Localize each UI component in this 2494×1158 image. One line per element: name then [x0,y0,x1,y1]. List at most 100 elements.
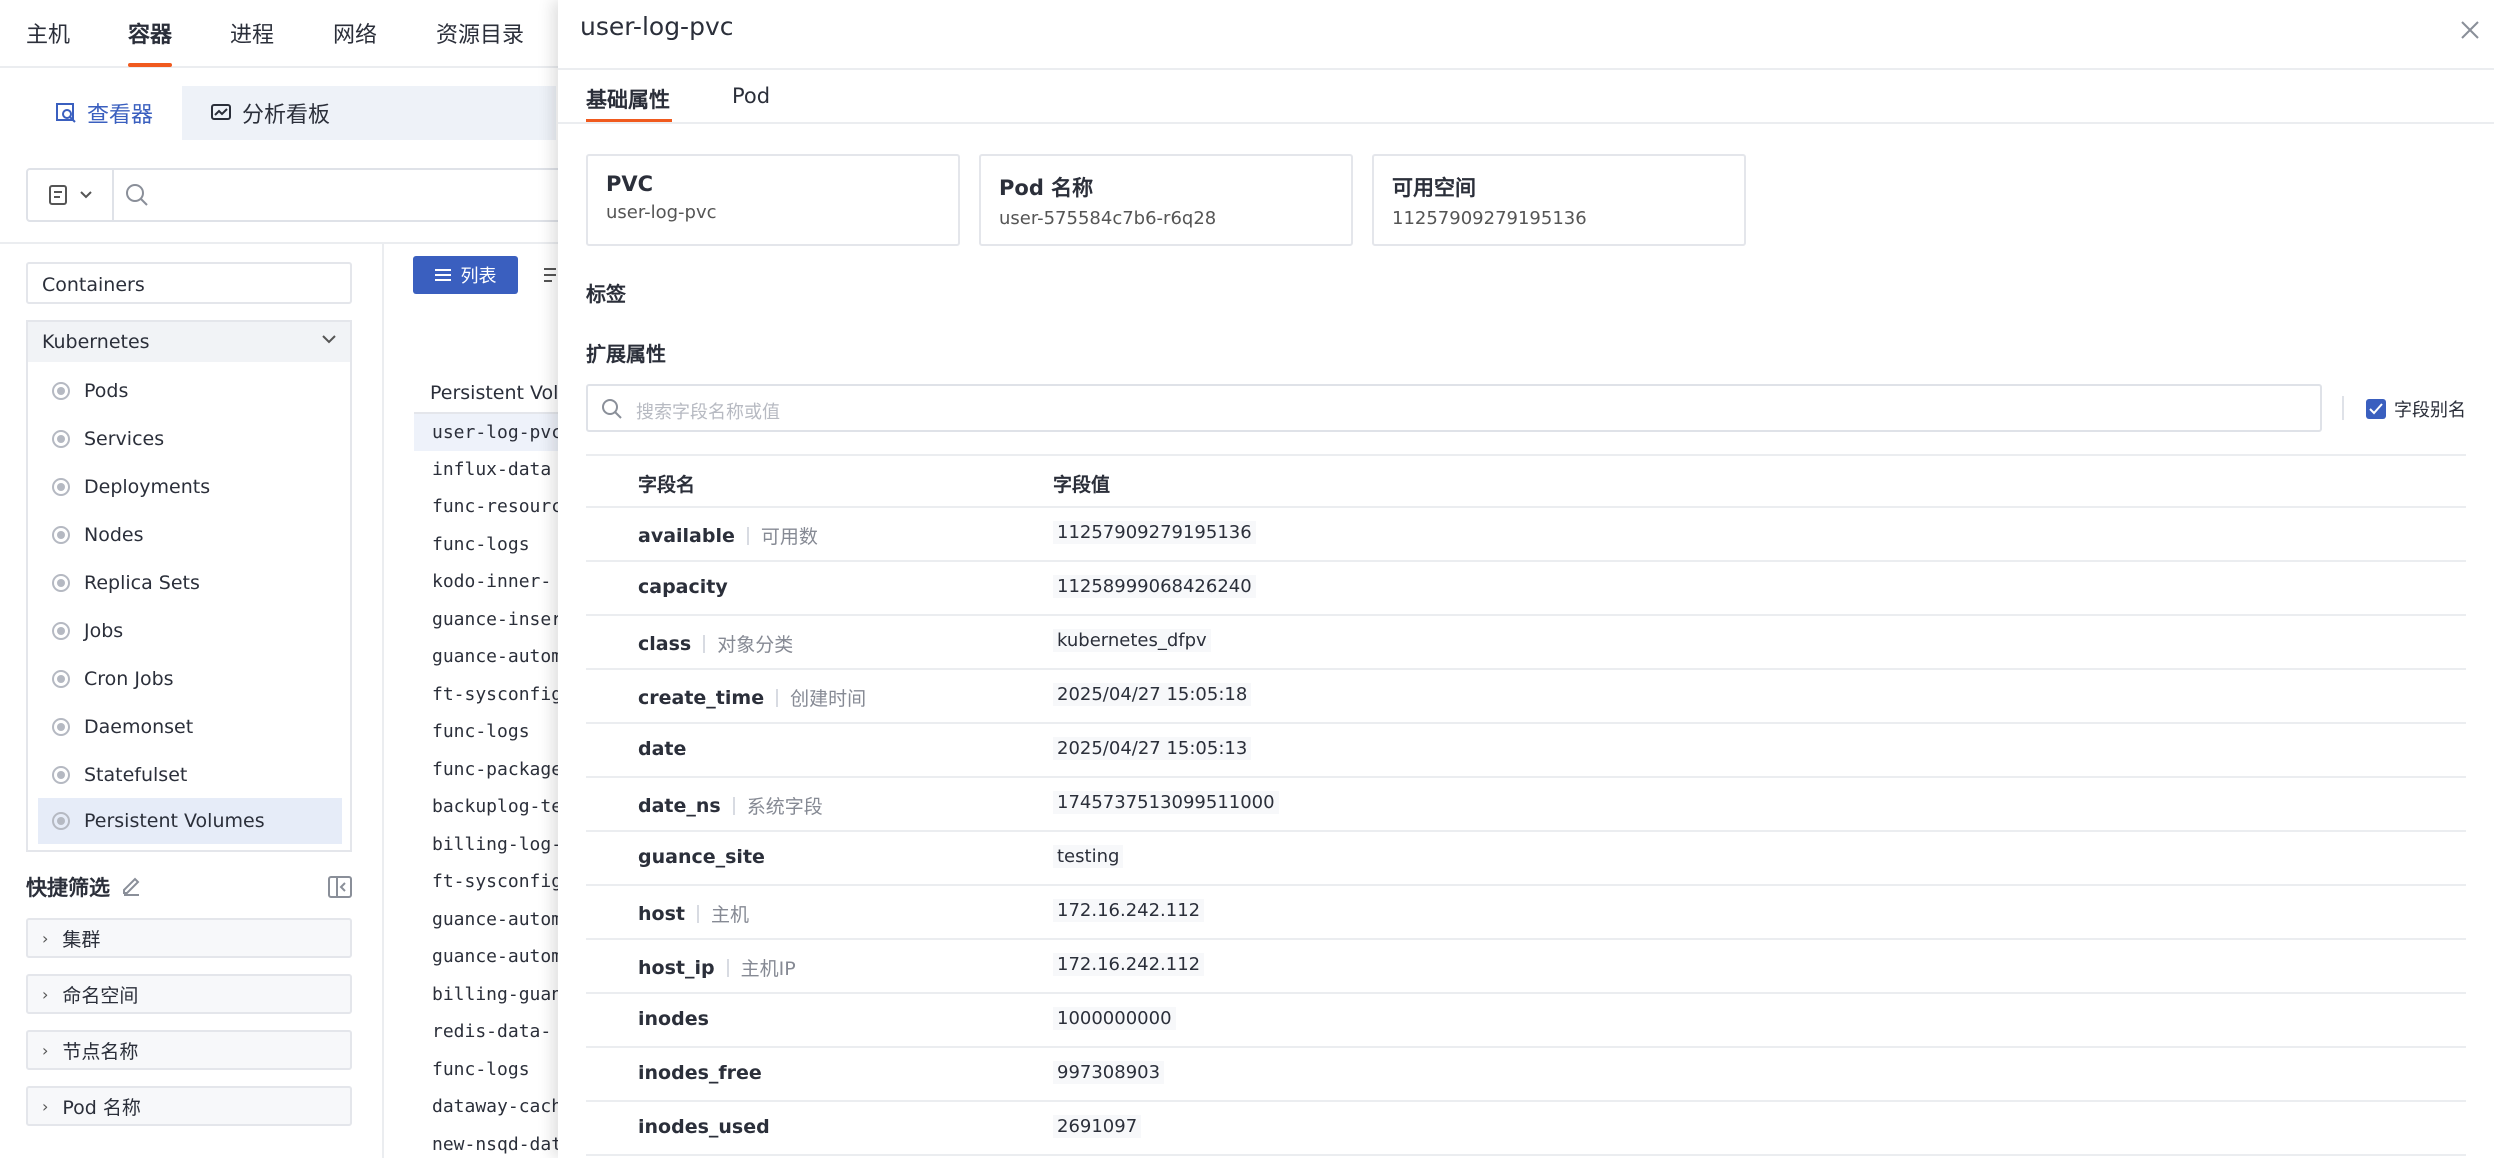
divider [0,242,560,244]
sidebar-item-jobs[interactable]: Jobs [38,608,342,654]
field-value[interactable]: 172.16.242.112 [1053,899,1205,922]
field-search-input[interactable]: 搜索字段名称或值 [586,384,2322,432]
close-icon[interactable] [2460,20,2480,40]
table-row[interactable]: guance-autom [414,938,560,975]
sidebar-item-pods[interactable]: Pods [38,368,342,414]
sidebar-item-replica-sets[interactable]: Replica Sets [38,560,342,606]
table-row[interactable]: new-nsqd-dat [414,1126,560,1158]
main-search-bar[interactable] [26,168,566,222]
pv-column-header[interactable]: Persistent Volumes [414,374,560,414]
field-name-cell: capacity [638,576,728,598]
table-row[interactable]: kodo-inner- [414,563,560,600]
table-row[interactable]: capacity 11258999068426240 [586,562,2466,616]
table-row[interactable]: billing-log- [414,826,560,863]
table-row[interactable]: inodes_used 2691097 [586,1102,2466,1156]
tab-network[interactable]: 网络 [333,17,377,49]
table-row[interactable]: func-package [414,751,560,788]
field-value[interactable]: 2691097 [1053,1115,1142,1138]
field-name-cell: create_time 创建时间 [638,684,866,711]
sidebar-item-deployments[interactable]: Deployments [38,464,342,510]
filter-pod-name[interactable]: › Pod 名称 [26,1086,352,1126]
field-value[interactable]: 2025/04/27 15:05:13 [1053,737,1252,760]
table-row[interactable]: redis-data- [414,1013,560,1050]
table-row[interactable]: guance-insert [414,601,560,638]
table-row[interactable]: available 可用数 11257909279195136 [586,508,2466,562]
edit-icon[interactable] [120,874,142,896]
table-row[interactable]: func-logs [414,526,560,563]
field-value[interactable]: 997308903 [1053,1061,1165,1084]
field-value[interactable]: testing [1053,845,1124,868]
viewer-tab[interactable]: 查看器 [26,86,182,140]
table-row[interactable]: dataway-cach [414,1088,560,1125]
tab-resource-catalog[interactable]: 资源目录 [436,17,524,49]
table-row[interactable]: date 2025/04/27 15:05:13 [586,724,2466,778]
filter-cluster[interactable]: › 集群 [26,918,352,958]
table-row[interactable]: create_time 创建时间 2025/04/27 15:05:18 [586,670,2466,724]
kubernetes-group-header[interactable]: Kubernetes [26,320,352,362]
field-name: class [638,632,692,655]
field-value[interactable]: 2025/04/27 15:05:18 [1053,683,1252,706]
filter-label: 集群 [62,928,101,951]
table-row[interactable]: ft-sysconfig [414,676,560,713]
field-alias: 主机IP [740,958,796,980]
field-value[interactable]: 1000000000 [1053,1007,1176,1030]
divider [776,688,779,707]
field-value[interactable]: kubernetes_dfpv [1053,629,1211,652]
sidebar-item-services[interactable]: Services [38,416,342,462]
table-row[interactable]: class 对象分类 kubernetes_dfpv [586,616,2466,670]
tab-basic-properties[interactable]: 基础属性 [586,84,670,114]
table-row[interactable]: influx-data [414,451,560,488]
table-row[interactable]: func-logs [414,1051,560,1088]
checkbox-checked-icon[interactable] [2366,399,2386,419]
viewer-icon [55,103,76,123]
field-name-cell: available 可用数 [638,522,818,549]
field-value[interactable]: 1745737513099511000 [1053,791,1279,814]
field-name: host_ip [638,956,715,979]
field-alias-toggle[interactable]: 字段别名 [2366,396,2466,422]
tab-host[interactable]: 主机 [26,17,70,49]
table-row[interactable]: ft-sysconfig [414,863,560,900]
info-card-pvc: PVC user-log-pvc [586,154,960,246]
sidebar-item-daemonset[interactable]: Daemonset [38,704,342,750]
table-row[interactable]: date_ns 系统字段 1745737513099511000 [586,778,2466,832]
table-row[interactable]: inodes 1000000000 [586,994,2466,1048]
table-row[interactable]: user-log-pvc [414,414,560,451]
dashboard-tab[interactable]: 分析看板 [210,86,330,140]
field-value[interactable]: 11258999068426240 [1053,575,1256,598]
table-row[interactable]: guance-autom [414,638,560,675]
other-view-icon[interactable] [544,266,556,284]
sidebar-item-statefulset[interactable]: Statefulset [38,752,342,798]
filter-namespace[interactable]: › 命名空间 [26,974,352,1014]
tab-container[interactable]: 容器 [128,17,172,49]
field-name-cell: date_ns 系统字段 [638,792,823,819]
search-scope-dropdown[interactable] [28,170,114,220]
filter-node-name[interactable]: › 节点名称 [26,1030,352,1070]
sidebar-item-nodes[interactable]: Nodes [38,512,342,558]
table-row[interactable]: host_ip 主机IP 172.16.242.112 [586,940,2466,994]
chevron-right-icon: › [42,984,49,1004]
table-row[interactable]: billing-guan [414,976,560,1013]
field-value[interactable]: 172.16.242.112 [1053,953,1205,976]
table-row[interactable]: guance-autom [414,901,560,938]
table-row[interactable]: func-resources [414,488,560,525]
tab-process[interactable]: 进程 [230,17,274,49]
collapse-sidebar-icon[interactable] [328,876,352,898]
chevron-right-icon: › [42,928,49,948]
card-title: 可用空间 [1392,176,1476,200]
table-row[interactable]: backuplog-te [414,788,560,825]
field-value[interactable]: 11257909279195136 [1053,521,1256,544]
kubernetes-label: Kubernetes [42,331,150,353]
table-row[interactable]: host 主机 172.16.242.112 [586,886,2466,940]
sidebar-item-persistent-volumes[interactable]: Persistent Volumes [38,798,342,844]
tab-pod[interactable]: Pod [732,84,770,108]
sidebar-item-cron-jobs[interactable]: Cron Jobs [38,656,342,702]
list-view-button[interactable]: 列表 [413,256,518,294]
field-name: inodes_used [638,1116,770,1138]
table-row[interactable]: inodes_free 997308903 [586,1048,2466,1102]
labels-section-title: 标签 [586,282,626,306]
resource-icon [52,670,70,688]
containers-group[interactable]: Containers [26,262,352,304]
divider [726,958,729,977]
table-row[interactable]: guance_site testing [586,832,2466,886]
table-row[interactable]: func-logs [414,713,560,750]
